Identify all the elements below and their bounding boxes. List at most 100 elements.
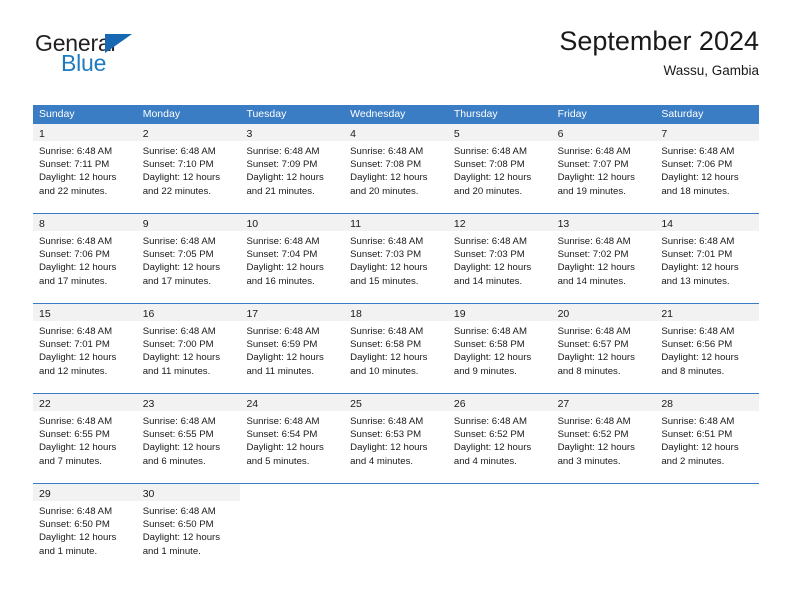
daylight-text-line2: and 22 minutes. bbox=[142, 185, 211, 197]
day-cell[interactable]: 1 Sunrise: 6:48 AM Sunset: 7:11 PM Dayli… bbox=[33, 124, 137, 204]
day-number-band: 9 bbox=[136, 214, 241, 231]
sunrise-text: Sunrise: 6:48 AM bbox=[350, 416, 424, 427]
day-details: Sunrise: 6:48 AM Sunset: 6:53 PM Dayligh… bbox=[344, 411, 448, 468]
daylight-text-line2: and 17 minutes. bbox=[142, 275, 211, 287]
daylight-text-line1: Daylight: 12 hours bbox=[39, 172, 117, 184]
day-number: 14 bbox=[661, 218, 673, 230]
day-cell[interactable]: 30 Sunrise: 6:48 AM Sunset: 6:50 PM Dayl… bbox=[136, 484, 241, 564]
day-number-band: 27 bbox=[551, 394, 656, 411]
day-cell[interactable]: 6 Sunrise: 6:48 AM Sunset: 7:07 PM Dayli… bbox=[551, 124, 656, 204]
day-cell[interactable]: 12 Sunrise: 6:48 AM Sunset: 7:03 PM Dayl… bbox=[447, 214, 552, 294]
week-row: 22 Sunrise: 6:48 AM Sunset: 6:55 PM Dayl… bbox=[33, 393, 760, 474]
day-number-band: 6 bbox=[551, 124, 656, 141]
day-cell-empty bbox=[240, 484, 345, 564]
day-number: 11 bbox=[350, 218, 362, 230]
day-cell[interactable]: 28 Sunrise: 6:48 AM Sunset: 6:51 PM Dayl… bbox=[655, 394, 760, 474]
triangle-icon bbox=[105, 34, 132, 53]
daylight-text-line2: and 13 minutes. bbox=[661, 275, 730, 287]
day-cell[interactable]: 19 Sunrise: 6:48 AM Sunset: 6:58 PM Dayl… bbox=[447, 304, 552, 384]
daylight-text-line1: Daylight: 12 hours bbox=[557, 262, 635, 274]
sunset-text: Sunset: 6:58 PM bbox=[350, 339, 422, 351]
day-number-band: 8 bbox=[33, 214, 137, 231]
day-number-band: 17 bbox=[240, 304, 345, 321]
day-number: 24 bbox=[246, 398, 259, 410]
day-details: Sunrise: 6:48 AM Sunset: 7:07 PM Dayligh… bbox=[552, 141, 656, 198]
day-details: Sunrise: 6:48 AM Sunset: 6:54 PM Dayligh… bbox=[240, 411, 344, 468]
day-cell[interactable]: 9 Sunrise: 6:48 AM Sunset: 7:05 PM Dayli… bbox=[136, 214, 241, 294]
weekday-header-tuesday: Tuesday bbox=[246, 108, 287, 120]
day-cell[interactable]: 4 Sunrise: 6:48 AM Sunset: 7:08 PM Dayli… bbox=[344, 124, 448, 204]
sunrise-text: Sunrise: 6:48 AM bbox=[39, 236, 113, 247]
day-number-band: 30 bbox=[136, 484, 241, 501]
day-number-band: 22 bbox=[33, 394, 137, 411]
daylight-text-line1: Daylight: 12 hours bbox=[350, 442, 428, 454]
day-cell[interactable]: 7 Sunrise: 6:48 AM Sunset: 7:06 PM Dayli… bbox=[655, 124, 760, 204]
day-cell[interactable]: 29 Sunrise: 6:48 AM Sunset: 6:50 PM Dayl… bbox=[33, 484, 137, 564]
day-cell[interactable]: 13 Sunrise: 6:48 AM Sunset: 7:02 PM Dayl… bbox=[551, 214, 656, 294]
day-cell-empty bbox=[655, 484, 760, 564]
sunset-text: Sunset: 7:08 PM bbox=[453, 159, 525, 171]
day-number: 20 bbox=[557, 308, 570, 320]
day-details: Sunrise: 6:48 AM Sunset: 7:05 PM Dayligh… bbox=[137, 231, 241, 288]
day-cell[interactable]: 14 Sunrise: 6:48 AM Sunset: 7:01 PM Dayl… bbox=[655, 214, 760, 294]
day-number: 29 bbox=[39, 488, 51, 500]
daylight-text-line2: and 8 minutes. bbox=[661, 365, 725, 377]
day-cell[interactable]: 24 Sunrise: 6:48 AM Sunset: 6:54 PM Dayl… bbox=[240, 394, 345, 474]
title-block: September 2024 Wassu, Gambia bbox=[559, 24, 759, 81]
sunrise-text: Sunrise: 6:48 AM bbox=[39, 506, 113, 517]
day-cell[interactable]: 22 Sunrise: 6:48 AM Sunset: 6:55 PM Dayl… bbox=[33, 394, 137, 474]
day-details: Sunrise: 6:48 AM Sunset: 7:10 PM Dayligh… bbox=[137, 141, 241, 198]
day-details: Sunrise: 6:48 AM Sunset: 7:03 PM Dayligh… bbox=[344, 231, 448, 288]
day-number-band: 1 bbox=[33, 124, 137, 141]
day-number: 9 bbox=[142, 218, 149, 230]
day-cell[interactable]: 26 Sunrise: 6:48 AM Sunset: 6:52 PM Dayl… bbox=[447, 394, 552, 474]
day-cell[interactable]: 15 Sunrise: 6:48 AM Sunset: 7:01 PM Dayl… bbox=[33, 304, 137, 384]
day-cell[interactable]: 11 Sunrise: 6:48 AM Sunset: 7:03 PM Dayl… bbox=[344, 214, 448, 294]
daylight-text-line2: and 12 minutes. bbox=[39, 365, 108, 377]
daylight-text-line1: Daylight: 12 hours bbox=[246, 442, 324, 454]
daylight-text-line2: and 3 minutes. bbox=[557, 455, 621, 467]
day-cell[interactable]: 8 Sunrise: 6:48 AM Sunset: 7:06 PM Dayli… bbox=[33, 214, 137, 294]
sunset-text: Sunset: 6:52 PM bbox=[453, 429, 525, 441]
day-cell[interactable]: 3 Sunrise: 6:48 AM Sunset: 7:09 PM Dayli… bbox=[240, 124, 345, 204]
day-number-band: 14 bbox=[655, 214, 760, 231]
day-cell[interactable]: 10 Sunrise: 6:48 AM Sunset: 7:04 PM Dayl… bbox=[240, 214, 345, 294]
day-cell[interactable]: 5 Sunrise: 6:48 AM Sunset: 7:08 PM Dayli… bbox=[447, 124, 552, 204]
week-row: 29 Sunrise: 6:48 AM Sunset: 6:50 PM Dayl… bbox=[33, 483, 760, 564]
sunset-text: Sunset: 7:08 PM bbox=[350, 159, 422, 171]
day-cell[interactable]: 18 Sunrise: 6:48 AM Sunset: 6:58 PM Dayl… bbox=[344, 304, 448, 384]
day-cell[interactable]: 2 Sunrise: 6:48 AM Sunset: 7:10 PM Dayli… bbox=[136, 124, 241, 204]
daylight-text-line1: Daylight: 12 hours bbox=[142, 442, 221, 454]
sunset-text: Sunset: 6:55 PM bbox=[39, 429, 110, 441]
day-cell[interactable]: 20 Sunrise: 6:48 AM Sunset: 6:57 PM Dayl… bbox=[551, 304, 656, 384]
day-details: Sunrise: 6:48 AM Sunset: 7:02 PM Dayligh… bbox=[552, 231, 656, 288]
day-number: 17 bbox=[246, 308, 259, 320]
daylight-text-line2: and 21 minutes. bbox=[246, 185, 315, 197]
daylight-text-line1: Daylight: 12 hours bbox=[39, 352, 117, 364]
day-number: 27 bbox=[557, 398, 570, 410]
sunrise-text: Sunrise: 6:48 AM bbox=[246, 146, 320, 157]
sunset-text: Sunset: 7:05 PM bbox=[142, 249, 214, 261]
day-number: 4 bbox=[350, 128, 356, 140]
day-cell[interactable]: 23 Sunrise: 6:48 AM Sunset: 6:55 PM Dayl… bbox=[136, 394, 241, 474]
sunset-text: Sunset: 7:11 PM bbox=[39, 159, 110, 171]
sunrise-text: Sunrise: 6:48 AM bbox=[246, 416, 320, 427]
day-number: 19 bbox=[453, 308, 466, 320]
day-number: 2 bbox=[142, 128, 149, 140]
daylight-text-line2: and 5 minutes. bbox=[246, 455, 310, 467]
daylight-text-line2: and 9 minutes. bbox=[453, 365, 517, 377]
logo-text-blue: Blue bbox=[61, 50, 107, 76]
day-cell[interactable]: 25 Sunrise: 6:48 AM Sunset: 6:53 PM Dayl… bbox=[344, 394, 448, 474]
daylight-text-line2: and 15 minutes. bbox=[350, 275, 419, 287]
sunrise-text: Sunrise: 6:48 AM bbox=[246, 326, 320, 337]
day-cell[interactable]: 16 Sunrise: 6:48 AM Sunset: 7:00 PM Dayl… bbox=[136, 304, 241, 384]
sunrise-text: Sunrise: 6:48 AM bbox=[453, 146, 527, 157]
weekday-header-wednesday: Wednesday bbox=[350, 108, 406, 120]
day-cell[interactable]: 27 Sunrise: 6:48 AM Sunset: 6:52 PM Dayl… bbox=[551, 394, 656, 474]
day-details: Sunrise: 6:48 AM Sunset: 6:55 PM Dayligh… bbox=[33, 411, 137, 468]
generalblue-logo[interactable]: General Blue bbox=[33, 32, 233, 84]
day-cell[interactable]: 17 Sunrise: 6:48 AM Sunset: 6:59 PM Dayl… bbox=[240, 304, 345, 384]
day-cell[interactable]: 21 Sunrise: 6:48 AM Sunset: 6:56 PM Dayl… bbox=[655, 304, 760, 384]
daylight-text-line2: and 10 minutes. bbox=[350, 365, 419, 377]
sunrise-text: Sunrise: 6:48 AM bbox=[557, 326, 631, 337]
